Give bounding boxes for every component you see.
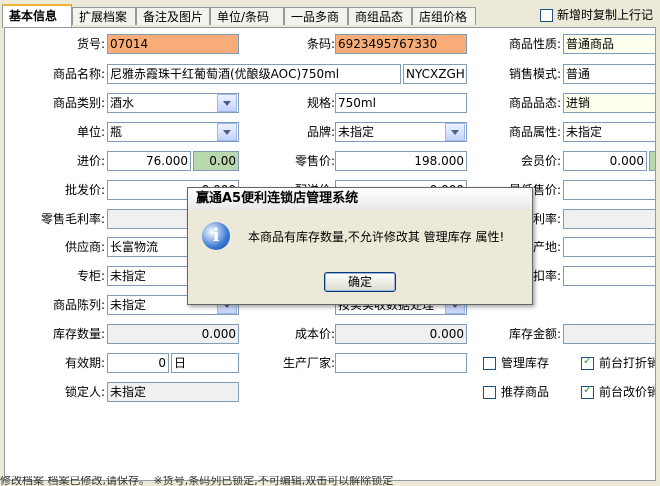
- purchase-price-field[interactable]: 76.000: [107, 151, 191, 171]
- retail-margin-label: 零售毛利率:: [40, 212, 105, 226]
- stock-qty-field: 0.000: [107, 324, 239, 344]
- unit-label: 单位:: [76, 125, 105, 139]
- spec-label: 规格:: [306, 96, 335, 110]
- pos-price-change-label: 前台改价销: [599, 385, 656, 399]
- barcode-field[interactable]: 6923495767330: [335, 34, 467, 54]
- tab-extended[interactable]: 扩展档案: [72, 7, 136, 25]
- unit-dropdown-icon[interactable]: [217, 123, 237, 141]
- manufacturer-field[interactable]: [335, 353, 467, 373]
- status-bar: 修改档案 档案已修改,请保存。 ※货号,条码列已锁定,不可编辑,双击可以解除锁定: [0, 476, 394, 486]
- spec-field[interactable]: 750ml: [335, 93, 467, 113]
- tab-multi-vendor[interactable]: 一品多商: [284, 7, 348, 25]
- retail-price-field[interactable]: 198.000: [335, 151, 467, 171]
- display-label: 商品陈列:: [52, 298, 105, 312]
- shelf-life-unit-field[interactable]: 日: [171, 353, 239, 373]
- info-icon: i: [202, 222, 230, 250]
- shelf-life-label: 有效期:: [64, 356, 105, 370]
- min-price-field[interactable]: [563, 180, 655, 200]
- tab-bar: 基本信息 扩展档案 备注及图片 单位/条码 一品多商 商组品态 店组价格 新增时…: [0, 0, 660, 28]
- product-attr-label: 商品属性:: [508, 125, 561, 139]
- tab-group-state[interactable]: 商组品态: [348, 7, 412, 25]
- category-dropdown-icon[interactable]: [217, 94, 237, 112]
- product-state-label: 商品品态:: [508, 96, 561, 110]
- purchase-price-label: 进价:: [76, 154, 105, 168]
- stock-amount-field: [563, 324, 655, 344]
- brand-dropdown-icon[interactable]: [445, 123, 465, 141]
- goods-nature-field[interactable]: 普通商品: [563, 34, 655, 54]
- sales-mode-field[interactable]: 普通: [563, 64, 655, 84]
- tab-units-barcode[interactable]: 单位/条码: [210, 7, 284, 25]
- supplier-label: 供应商:: [64, 240, 105, 254]
- product-attr-field[interactable]: 未指定: [563, 122, 655, 142]
- locker-field: 未指定: [107, 382, 239, 402]
- dialog-title: 赢通A5便利连锁店管理系统: [188, 188, 532, 210]
- product-name-field[interactable]: 尼雅赤霞珠干红葡萄酒(优酿级AOC)750ml: [107, 64, 401, 84]
- pos-discount-checkbox[interactable]: [581, 354, 594, 370]
- member-price-label: 会员价:: [520, 154, 561, 168]
- copy-on-new-checkbox[interactable]: [540, 9, 553, 22]
- purchase-price-extra-field: 0.00: [193, 151, 239, 171]
- manufacturer-label: 生产厂家:: [282, 356, 335, 370]
- retail-price-label: 零售价:: [294, 154, 335, 168]
- tab-notes-images[interactable]: 备注及图片: [136, 7, 210, 25]
- margin-field: [563, 209, 655, 229]
- product-name-label: 商品名称:: [52, 67, 105, 81]
- stock-qty-label: 库存数量:: [52, 327, 105, 341]
- cost-price-field: 0.000: [335, 324, 467, 344]
- sku-label: 货号:: [76, 37, 105, 51]
- ok-button[interactable]: 确定: [324, 272, 396, 292]
- member-price-field[interactable]: 0.000: [563, 151, 647, 171]
- pos-price-change-checkbox[interactable]: [581, 383, 594, 399]
- category-label: 商品类别:: [52, 96, 105, 110]
- dialog-message: 本商品有库存数量,不允许修改其 管理库存 属性!: [248, 230, 505, 244]
- pinyin-code-field[interactable]: NYCXZGHPTJ: [403, 64, 467, 84]
- stock-amount-label: 库存金额:: [508, 327, 561, 341]
- wholesale-price-label: 批发价:: [64, 183, 105, 197]
- cost-price-label: 成本价:: [294, 327, 335, 341]
- copy-on-new-label: 新增时复制上行记: [557, 8, 654, 22]
- tab-store-price[interactable]: 店组价格: [412, 7, 476, 25]
- sku-field[interactable]: 07014: [107, 34, 239, 54]
- manage-stock-checkbox[interactable]: [483, 357, 496, 370]
- barcode-label: 条码:: [306, 37, 335, 51]
- shelf-life-field[interactable]: 0: [107, 353, 169, 373]
- origin-field[interactable]: [563, 237, 655, 257]
- tab-basic-info[interactable]: 基本信息: [2, 4, 72, 28]
- sales-mode-label: 销售模式:: [508, 67, 561, 81]
- product-state-field[interactable]: 进销: [563, 93, 655, 113]
- pos-discount-label: 前台打折销: [599, 356, 656, 370]
- member-price-extra-field: [649, 151, 655, 171]
- message-dialog: 赢通A5便利连锁店管理系统 i 本商品有库存数量,不允许修改其 管理库存 属性!…: [187, 187, 533, 305]
- brand-label: 品牌:: [306, 125, 335, 139]
- counter-label: 专柜:: [76, 269, 105, 283]
- recommend-checkbox[interactable]: [483, 386, 496, 399]
- manage-stock-label: 管理库存: [501, 356, 550, 370]
- goods-nature-label: 商品性质:: [508, 37, 561, 51]
- recommend-label: 推荐商品: [501, 385, 550, 399]
- discount-rate-field[interactable]: [563, 266, 655, 286]
- locker-label: 锁定人:: [64, 385, 105, 399]
